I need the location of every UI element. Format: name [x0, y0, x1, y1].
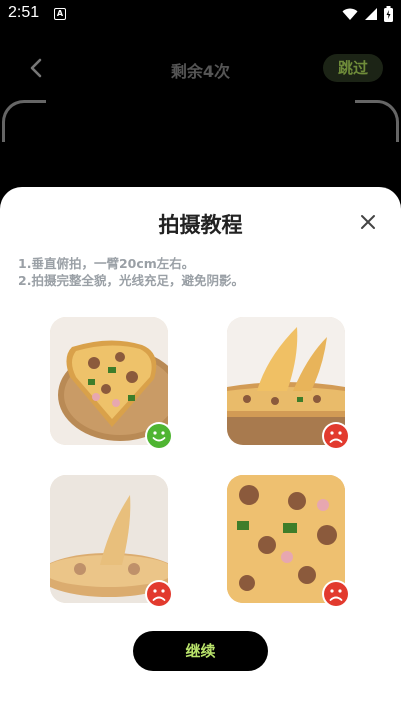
frame-corner-top-left — [2, 100, 46, 142]
example-bad-cropped — [227, 475, 350, 608]
smile-icon — [145, 422, 173, 450]
instruction-line: 1.垂直俯拍，一臂20cm左右。 — [18, 256, 195, 271]
notification-a-icon: A — [54, 8, 66, 20]
close-icon[interactable] — [359, 213, 377, 231]
frown-icon — [145, 580, 173, 608]
skip-button[interactable]: 跳过 — [323, 54, 383, 82]
tutorial-sheet: 拍摄教程 1.垂直俯拍，一臂20cm左右。 2.拍摄完整全貌，光线充足，避免阴影… — [0, 187, 401, 714]
status-bar: 2:51 A — [0, 0, 401, 28]
frame-corner-top-right — [355, 100, 399, 142]
wifi-icon — [342, 8, 358, 20]
example-bad-blurry — [50, 475, 173, 608]
status-time: 2:51 — [8, 4, 40, 21]
frown-icon — [322, 580, 350, 608]
example-good-top-view — [50, 317, 173, 450]
status-icons — [342, 6, 393, 22]
instruction-line: 2.拍摄完整全貌，光线充足，避免阴影。 — [18, 273, 244, 288]
instructions: 1.垂直俯拍，一臂20cm左右。 2.拍摄完整全貌，光线充足，避免阴影。 — [18, 255, 244, 289]
example-bad-angled — [227, 317, 350, 450]
sheet-title: 拍摄教程 — [158, 213, 243, 237]
battery-icon — [384, 6, 393, 22]
continue-button[interactable]: 继续 — [133, 631, 268, 671]
frown-icon — [322, 422, 350, 450]
top-bar: 剩余4次 跳过 — [0, 50, 401, 86]
signal-icon — [365, 8, 377, 20]
